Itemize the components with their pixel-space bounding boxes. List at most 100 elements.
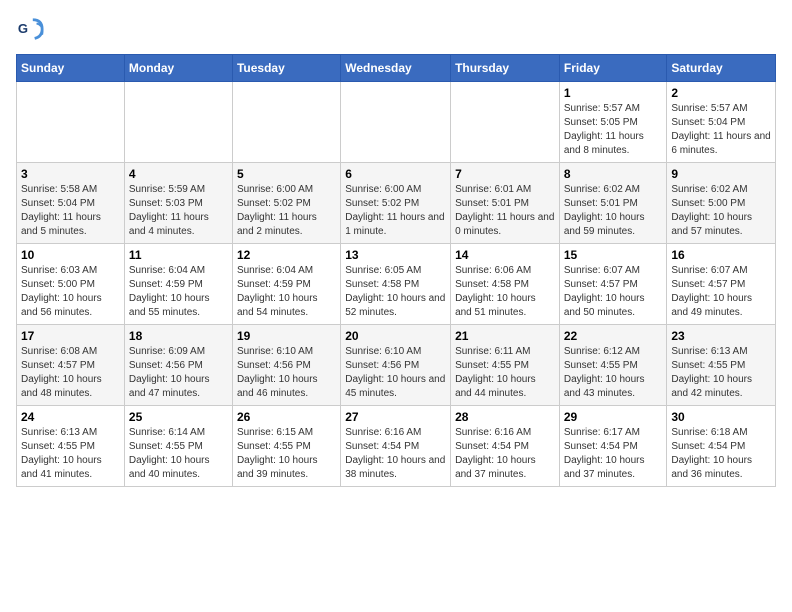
day-cell: [451, 82, 560, 163]
day-number: 5: [237, 167, 336, 181]
day-number: 23: [671, 329, 771, 343]
day-info: Sunrise: 6:01 AM Sunset: 5:01 PM Dayligh…: [455, 183, 555, 239]
logo: G: [16, 16, 48, 44]
day-cell: 27 Sunrise: 6:16 AM Sunset: 4:54 PM Dayli…: [341, 406, 451, 487]
day-info: Sunrise: 5:57 AM Sunset: 5:05 PM Dayligh…: [564, 102, 663, 158]
day-info: Sunrise: 5:58 AM Sunset: 5:04 PM Dayligh…: [21, 183, 120, 239]
day-info: Sunrise: 6:03 AM Sunset: 5:00 PM Dayligh…: [21, 264, 120, 320]
day-number: 4: [129, 167, 228, 181]
day-cell: [124, 82, 232, 163]
day-info: Sunrise: 6:02 AM Sunset: 5:00 PM Dayligh…: [671, 183, 771, 239]
day-info: Sunrise: 6:10 AM Sunset: 4:56 PM Dayligh…: [237, 345, 336, 401]
day-number: 1: [564, 86, 663, 100]
day-cell: 10 Sunrise: 6:03 AM Sunset: 5:00 PM Dayli…: [17, 244, 125, 325]
day-number: 25: [129, 410, 228, 424]
day-number: 29: [564, 410, 663, 424]
day-info: Sunrise: 6:09 AM Sunset: 4:56 PM Dayligh…: [129, 345, 228, 401]
day-number: 30: [671, 410, 771, 424]
day-number: 10: [21, 248, 120, 262]
day-cell: 13 Sunrise: 6:05 AM Sunset: 4:58 PM Dayli…: [341, 244, 451, 325]
day-info: Sunrise: 6:07 AM Sunset: 4:57 PM Dayligh…: [671, 264, 771, 320]
day-number: 17: [21, 329, 120, 343]
day-cell: 12 Sunrise: 6:04 AM Sunset: 4:59 PM Dayli…: [232, 244, 340, 325]
day-cell: 18 Sunrise: 6:09 AM Sunset: 4:56 PM Dayli…: [124, 325, 232, 406]
day-number: 9: [671, 167, 771, 181]
day-info: Sunrise: 6:11 AM Sunset: 4:55 PM Dayligh…: [455, 345, 555, 401]
week-row-4: 17 Sunrise: 6:08 AM Sunset: 4:57 PM Dayli…: [17, 325, 776, 406]
day-info: Sunrise: 6:16 AM Sunset: 4:54 PM Dayligh…: [455, 426, 555, 482]
day-info: Sunrise: 6:08 AM Sunset: 4:57 PM Dayligh…: [21, 345, 120, 401]
day-number: 2: [671, 86, 771, 100]
calendar-body: 1 Sunrise: 5:57 AM Sunset: 5:05 PM Daylig…: [17, 82, 776, 487]
day-cell: 1 Sunrise: 5:57 AM Sunset: 5:05 PM Daylig…: [559, 82, 667, 163]
day-number: 7: [455, 167, 555, 181]
day-cell: 5 Sunrise: 6:00 AM Sunset: 5:02 PM Daylig…: [232, 163, 340, 244]
day-cell: 3 Sunrise: 5:58 AM Sunset: 5:04 PM Daylig…: [17, 163, 125, 244]
calendar: SundayMondayTuesdayWednesdayThursdayFrid…: [16, 54, 776, 487]
day-info: Sunrise: 5:59 AM Sunset: 5:03 PM Dayligh…: [129, 183, 228, 239]
day-cell: 24 Sunrise: 6:13 AM Sunset: 4:55 PM Dayli…: [17, 406, 125, 487]
day-number: 8: [564, 167, 663, 181]
day-cell: 26 Sunrise: 6:15 AM Sunset: 4:55 PM Dayli…: [232, 406, 340, 487]
day-number: 20: [345, 329, 446, 343]
svg-text:G: G: [18, 21, 28, 36]
day-cell: 7 Sunrise: 6:01 AM Sunset: 5:01 PM Daylig…: [451, 163, 560, 244]
day-number: 24: [21, 410, 120, 424]
day-number: 13: [345, 248, 446, 262]
day-info: Sunrise: 6:02 AM Sunset: 5:01 PM Dayligh…: [564, 183, 663, 239]
day-number: 16: [671, 248, 771, 262]
day-info: Sunrise: 5:57 AM Sunset: 5:04 PM Dayligh…: [671, 102, 771, 158]
day-info: Sunrise: 6:07 AM Sunset: 4:57 PM Dayligh…: [564, 264, 663, 320]
day-info: Sunrise: 6:05 AM Sunset: 4:58 PM Dayligh…: [345, 264, 446, 320]
weekday-saturday: Saturday: [667, 55, 776, 82]
day-cell: 30 Sunrise: 6:18 AM Sunset: 4:54 PM Dayli…: [667, 406, 776, 487]
week-row-1: 1 Sunrise: 5:57 AM Sunset: 5:05 PM Daylig…: [17, 82, 776, 163]
week-row-5: 24 Sunrise: 6:13 AM Sunset: 4:55 PM Dayli…: [17, 406, 776, 487]
day-number: 15: [564, 248, 663, 262]
logo-icon: G: [16, 16, 44, 44]
header: G: [16, 16, 776, 44]
day-info: Sunrise: 6:15 AM Sunset: 4:55 PM Dayligh…: [237, 426, 336, 482]
day-info: Sunrise: 6:00 AM Sunset: 5:02 PM Dayligh…: [237, 183, 336, 239]
day-cell: 11 Sunrise: 6:04 AM Sunset: 4:59 PM Dayli…: [124, 244, 232, 325]
weekday-wednesday: Wednesday: [341, 55, 451, 82]
day-number: 14: [455, 248, 555, 262]
day-info: Sunrise: 6:16 AM Sunset: 4:54 PM Dayligh…: [345, 426, 446, 482]
day-cell: 2 Sunrise: 5:57 AM Sunset: 5:04 PM Daylig…: [667, 82, 776, 163]
weekday-tuesday: Tuesday: [232, 55, 340, 82]
day-cell: 14Sunrise: 6:06 AM Sunset: 4:58 PM Dayli…: [451, 244, 560, 325]
day-number: 22: [564, 329, 663, 343]
day-number: 12: [237, 248, 336, 262]
day-cell: 9 Sunrise: 6:02 AM Sunset: 5:00 PM Daylig…: [667, 163, 776, 244]
day-cell: [232, 82, 340, 163]
day-cell: 6 Sunrise: 6:00 AM Sunset: 5:02 PM Daylig…: [341, 163, 451, 244]
day-number: 18: [129, 329, 228, 343]
day-cell: 29 Sunrise: 6:17 AM Sunset: 4:54 PM Dayli…: [559, 406, 667, 487]
day-info: Sunrise: 6:14 AM Sunset: 4:55 PM Dayligh…: [129, 426, 228, 482]
day-cell: [17, 82, 125, 163]
day-number: 6: [345, 167, 446, 181]
day-number: 21: [455, 329, 555, 343]
day-info: Sunrise: 6:13 AM Sunset: 4:55 PM Dayligh…: [21, 426, 120, 482]
day-number: 11: [129, 248, 228, 262]
day-number: 28: [455, 410, 555, 424]
day-number: 19: [237, 329, 336, 343]
day-number: 26: [237, 410, 336, 424]
day-number: 27: [345, 410, 446, 424]
day-info: Sunrise: 6:04 AM Sunset: 4:59 PM Dayligh…: [129, 264, 228, 320]
weekday-thursday: Thursday: [451, 55, 560, 82]
day-number: 3: [21, 167, 120, 181]
day-cell: 19 Sunrise: 6:10 AM Sunset: 4:56 PM Dayli…: [232, 325, 340, 406]
day-cell: 16 Sunrise: 6:07 AM Sunset: 4:57 PM Dayli…: [667, 244, 776, 325]
day-info: Sunrise: 6:10 AM Sunset: 4:56 PM Dayligh…: [345, 345, 446, 401]
weekday-friday: Friday: [559, 55, 667, 82]
day-cell: 22Sunrise: 6:12 AM Sunset: 4:55 PM Dayli…: [559, 325, 667, 406]
weekday-monday: Monday: [124, 55, 232, 82]
day-cell: 20 Sunrise: 6:10 AM Sunset: 4:56 PM Dayli…: [341, 325, 451, 406]
day-cell: 23Sunrise: 6:13 AM Sunset: 4:55 PM Dayli…: [667, 325, 776, 406]
day-info: Sunrise: 6:04 AM Sunset: 4:59 PM Dayligh…: [237, 264, 336, 320]
day-info: Sunrise: 6:00 AM Sunset: 5:02 PM Dayligh…: [345, 183, 446, 239]
weekday-sunday: Sunday: [17, 55, 125, 82]
day-info: Sunrise: 6:18 AM Sunset: 4:54 PM Dayligh…: [671, 426, 771, 482]
day-info: Sunrise: 6:17 AM Sunset: 4:54 PM Dayligh…: [564, 426, 663, 482]
